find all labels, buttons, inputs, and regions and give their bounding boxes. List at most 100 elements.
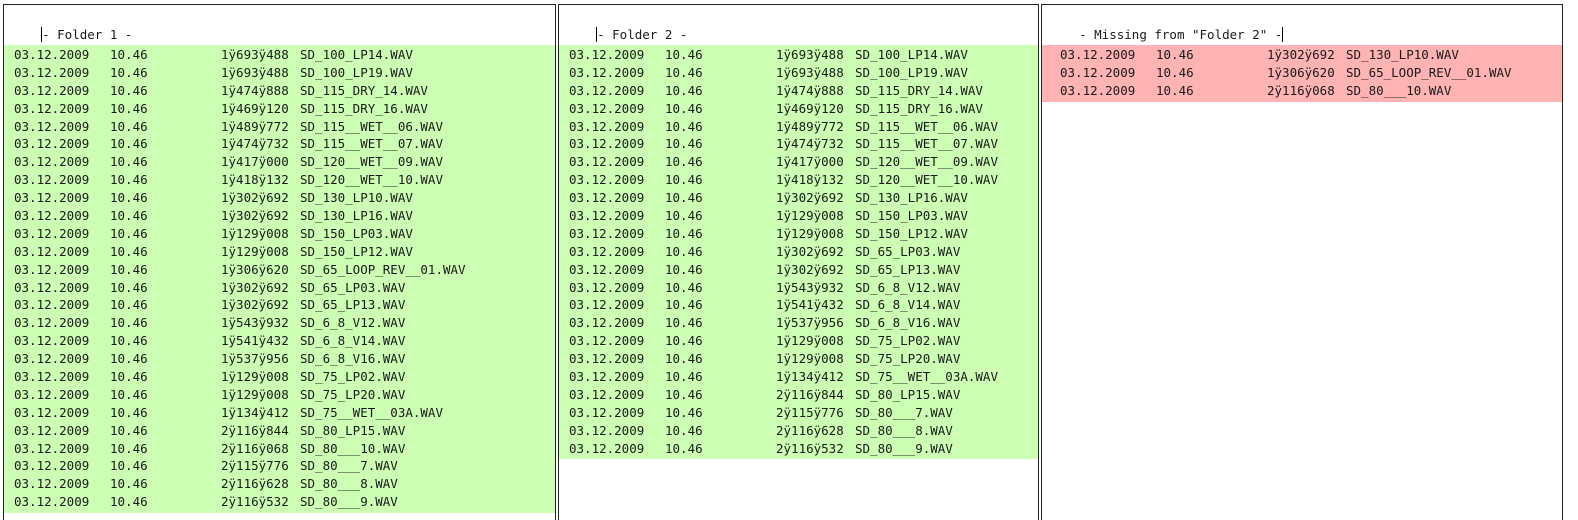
file-row[interactable]: 03.12.2009 10.46 1ÿ418ÿ132 SD_120__WET__10.… [559,171,1038,189]
file-row[interactable]: 03.12.2009 10.46 1ÿ537ÿ956 SD_6_8_V16.WAV [4,350,555,368]
file-name: SD_80___7.WAV [300,458,398,474]
file-row[interactable]: 03.12.2009 10.46 1ÿ417ÿ000 SD_120__WET__09.… [559,153,1038,171]
file-row[interactable]: 03.12.2009 10.46 1ÿ129ÿ008 SD_150_LP03.WAV [559,207,1038,225]
file-date: 03.12.2009 [569,172,645,188]
file-row[interactable]: 03.12.2009 10.46 2ÿ115ÿ776 SD_80___7.WAV [559,404,1038,422]
file-row[interactable]: 03.12.2009 10.46 1ÿ537ÿ956 SD_6_8_V16.WAV [559,314,1038,332]
file-row[interactable]: 03.12.2009 10.46 1ÿ302ÿ692 SD_65_LP03.WAV [559,243,1038,261]
file-size: 1ÿ693ÿ488 [776,47,844,62]
file-size: 1ÿ693ÿ488 [776,64,844,80]
file-row[interactable]: 03.12.2009 10.46 1ÿ302ÿ692 SD_65_LP13.WAV [559,261,1038,279]
file-row[interactable]: 03.12.2009 10.46 1ÿ302ÿ692 SD_65_LP13.WAV [4,296,555,314]
file-row[interactable]: 03.12.2009 10.46 1ÿ469ÿ120 SD_115_DRY_16.WA… [4,100,555,118]
file-date: 03.12.2009 [14,136,90,152]
file-date: 03.12.2009 [569,118,645,134]
missing-files-panel[interactable]: - Missing from "Folder 2" - 03.12.2009 10… [1041,4,1563,520]
file-row[interactable]: 03.12.2009 10.46 1ÿ306ÿ620 SD_65_LOOP_REV__… [1042,64,1562,82]
file-name: SD_75_LP20.WAV [300,386,406,402]
file-name: SD_150_LP12.WAV [300,243,413,259]
file-row[interactable]: 03.12.2009 10.46 1ÿ541ÿ432 SD_6_8_V14.WAV [4,332,555,350]
missing-files-header[interactable]: - Missing from "Folder 2" - [1049,11,1284,42]
file-row[interactable]: 03.12.2009 10.46 1ÿ129ÿ008 SD_75_LP20.WAV [4,386,555,404]
file-row[interactable]: 03.12.2009 10.46 1ÿ302ÿ692 SD_130_LP16.WAV [4,207,555,225]
file-row[interactable]: 03.12.2009 10.46 1ÿ693ÿ488 SD_100_LP19.WAV [559,64,1038,82]
file-row[interactable]: 03.12.2009 10.46 1ÿ469ÿ120 SD_115_DRY_16.WA… [559,100,1038,118]
file-row[interactable]: 03.12.2009 10.46 1ÿ418ÿ132 SD_120__WET__10.… [4,171,555,189]
file-time: 10.46 [1156,64,1194,80]
file-row[interactable]: 03.12.2009 10.46 1ÿ474ÿ888 SD_115_DRY_14.WA… [4,82,555,100]
file-name: SD_80___9.WAV [300,494,398,510]
file-date: 03.12.2009 [569,369,645,385]
file-row[interactable]: 03.12.2009 10.46 2ÿ116ÿ068 SD_80___10.WAV [1042,82,1562,100]
file-row[interactable]: 03.12.2009 10.46 2ÿ116ÿ844 SD_80_LP15.WAV [559,386,1038,404]
file-row[interactable]: 03.12.2009 10.46 2ÿ116ÿ628 SD_80___8.WAV [4,475,555,493]
file-row[interactable]: 03.12.2009 10.46 1ÿ129ÿ008 SD_75_LP02.WAV [4,368,555,386]
file-row[interactable]: 03.12.2009 10.46 1ÿ474ÿ732 SD_115__WET__07.… [4,135,555,153]
file-row[interactable]: 03.12.2009 10.46 2ÿ116ÿ532 SD_80___9.WAV [4,493,555,511]
file-row[interactable]: 03.12.2009 10.46 1ÿ129ÿ008 SD_150_LP12.WAV [559,225,1038,243]
file-date: 03.12.2009 [569,386,645,402]
file-row[interactable]: 03.12.2009 10.46 1ÿ129ÿ008 SD_75_LP20.WAV [559,350,1038,368]
file-time: 10.46 [665,386,703,402]
file-row[interactable]: 03.12.2009 10.46 1ÿ543ÿ932 SD_6_8_V12.WAV [559,279,1038,297]
file-size: 1ÿ489ÿ772 [776,118,844,134]
file-row[interactable]: 03.12.2009 10.46 1ÿ134ÿ412 SD_75__WET__03A.… [4,404,555,422]
file-date: 03.12.2009 [14,351,90,367]
file-row[interactable]: 03.12.2009 10.46 1ÿ417ÿ000 SD_120__WET__09.… [4,153,555,171]
file-row[interactable]: 03.12.2009 10.46 1ÿ302ÿ692 SD_130_LP16.WAV [559,189,1038,207]
file-row[interactable]: 03.12.2009 10.46 1ÿ129ÿ008 SD_150_LP12.WAV [4,243,555,261]
file-row[interactable]: 03.12.2009 10.46 2ÿ115ÿ776 SD_80___7.WAV [4,457,555,475]
file-time: 10.46 [665,351,703,367]
file-date: 03.12.2009 [14,458,90,474]
file-row[interactable]: 03.12.2009 10.46 2ÿ116ÿ844 SD_80_LP15.WAV [4,422,555,440]
file-row[interactable]: 03.12.2009 10.46 1ÿ134ÿ412 SD_75__WET__03A.… [559,368,1038,386]
file-row[interactable]: 03.12.2009 10.46 1ÿ302ÿ692 SD_130_LP10.WAV [4,189,555,207]
file-time: 10.46 [1156,82,1194,98]
file-time: 10.46 [110,386,148,402]
file-row[interactable]: 03.12.2009 10.46 1ÿ306ÿ620 SD_65_LOOP_REV__… [4,261,555,279]
file-date: 03.12.2009 [569,422,645,438]
file-row[interactable]: 03.12.2009 10.46 2ÿ116ÿ068 SD_80___10.WAV [4,440,555,458]
file-name: SD_6_8_V16.WAV [300,351,406,367]
folder-1-panel[interactable]: - Folder 1 - 03.12.2009 10.46 1ÿ693ÿ488 SD_… [3,4,556,520]
file-size: 1ÿ302ÿ692 [221,297,289,313]
file-time: 10.46 [110,190,148,206]
file-time: 10.46 [665,369,703,385]
folder-2-file-list[interactable]: 03.12.2009 10.46 1ÿ693ÿ488 SD_100_LP14.WAV 0… [559,45,1038,460]
file-name: SD_65_LOOP_REV__01.WAV [1346,64,1512,80]
file-row[interactable]: 03.12.2009 10.46 1ÿ693ÿ488 SD_100_LP19.WAV [4,64,555,82]
file-row[interactable]: 03.12.2009 10.46 1ÿ474ÿ888 SD_115_DRY_14.WA… [559,82,1038,100]
folder-2-panel[interactable]: - Folder 2 - 03.12.2009 10.46 1ÿ693ÿ488 SD_… [558,4,1039,520]
file-row[interactable]: 03.12.2009 10.46 1ÿ541ÿ432 SD_6_8_V14.WAV [559,296,1038,314]
file-time: 10.46 [110,64,148,80]
file-size: 1ÿ474ÿ888 [221,82,289,98]
file-row[interactable]: 03.12.2009 10.46 1ÿ543ÿ932 SD_6_8_V12.WAV [4,314,555,332]
file-name: SD_115_DRY_16.WAV [300,100,428,116]
file-row[interactable]: 03.12.2009 10.46 1ÿ129ÿ008 SD_150_LP03.WAV [4,225,555,243]
folder-1-header[interactable]: - Folder 1 - [11,11,132,42]
file-row[interactable]: 03.12.2009 10.46 1ÿ302ÿ692 SD_130_LP10.WAV [1042,46,1562,64]
file-row[interactable]: 03.12.2009 10.46 1ÿ489ÿ772 SD_115__WET__06.… [559,118,1038,136]
file-name: SD_130_LP10.WAV [1346,47,1459,62]
file-row[interactable]: 03.12.2009 10.46 1ÿ693ÿ488 SD_100_LP14.WAV [559,46,1038,64]
file-size: 1ÿ302ÿ692 [1267,47,1335,62]
file-size: 1ÿ129ÿ008 [776,225,844,241]
file-row[interactable]: 03.12.2009 10.46 1ÿ489ÿ772 SD_115__WET__06.… [4,118,555,136]
file-row[interactable]: 03.12.2009 10.46 2ÿ116ÿ628 SD_80___8.WAV [559,422,1038,440]
file-date: 03.12.2009 [569,351,645,367]
file-row[interactable]: 03.12.2009 10.46 1ÿ474ÿ732 SD_115__WET__07.… [559,135,1038,153]
folder-2-header[interactable]: - Folder 2 - [566,11,687,42]
folder-1-file-list[interactable]: 03.12.2009 10.46 1ÿ693ÿ488 SD_100_LP14.WAV 0… [4,45,555,514]
file-name: SD_150_LP03.WAV [300,225,413,241]
file-row[interactable]: 03.12.2009 10.46 1ÿ302ÿ692 SD_65_LP03.WAV [4,279,555,297]
file-size: 1ÿ129ÿ008 [221,243,289,259]
file-row[interactable]: 03.12.2009 10.46 2ÿ116ÿ532 SD_80___9.WAV [559,440,1038,458]
missing-files-list[interactable]: 03.12.2009 10.46 1ÿ302ÿ692 SD_130_LP10.WAV 0… [1042,45,1562,102]
file-name: SD_130_LP10.WAV [300,190,413,206]
file-row[interactable]: 03.12.2009 10.46 1ÿ693ÿ488 SD_100_LP14.WAV [4,46,555,64]
file-size: 1ÿ306ÿ620 [1267,64,1335,80]
file-size: 2ÿ116ÿ628 [776,422,844,438]
file-date: 03.12.2009 [569,404,645,420]
file-row[interactable]: 03.12.2009 10.46 1ÿ129ÿ008 SD_75_LP02.WAV [559,332,1038,350]
file-date: 03.12.2009 [14,386,90,402]
